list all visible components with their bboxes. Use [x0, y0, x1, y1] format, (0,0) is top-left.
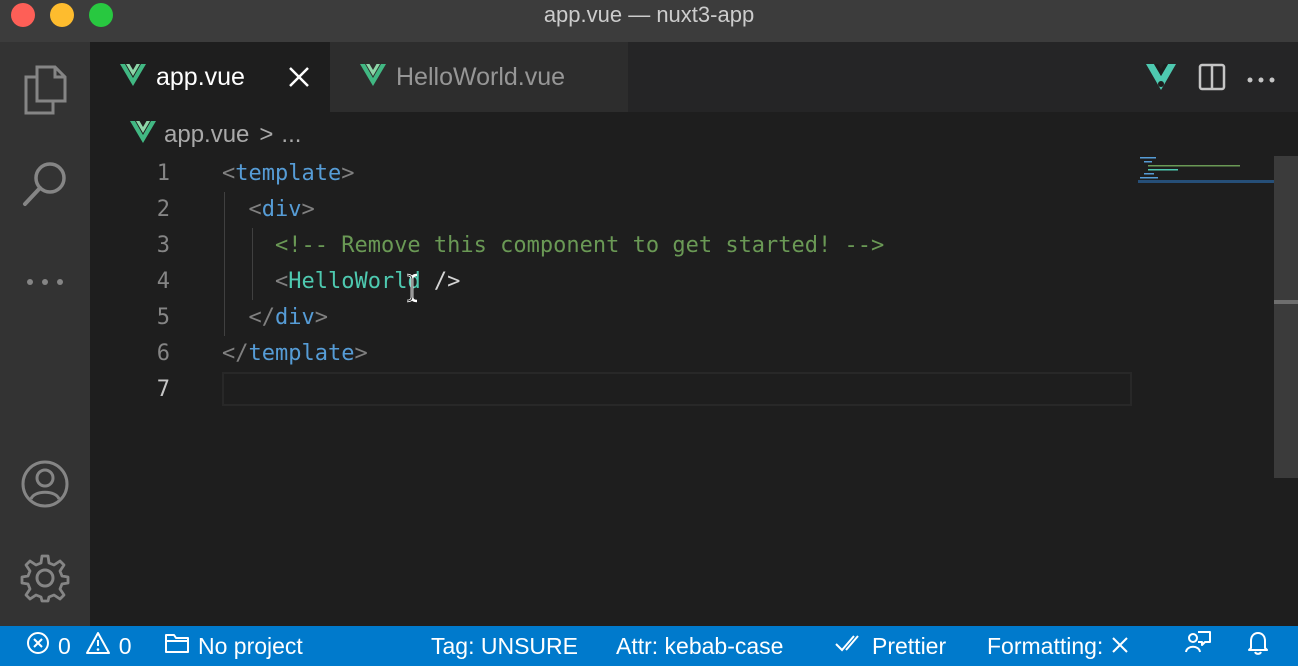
- problems-indicator[interactable]: 0 0: [26, 626, 132, 666]
- code-line: </template>: [222, 336, 1132, 372]
- vue-file-icon: [360, 63, 386, 91]
- editor-tab-bar: app.vue HelloWorld.vue: [90, 42, 1298, 112]
- token: />: [420, 269, 461, 294]
- double-check-icon: [834, 632, 864, 660]
- warning-count: 0: [118, 632, 132, 659]
- feedback-button[interactable]: [1184, 626, 1212, 666]
- error-icon: [26, 631, 50, 661]
- files-icon[interactable]: [0, 62, 90, 118]
- breadcrumb-file[interactable]: app.vue: [164, 121, 249, 149]
- breadcrumb-symbols[interactable]: ...: [281, 121, 301, 149]
- vertical-scrollbar[interactable]: [1274, 156, 1298, 478]
- formatting-status[interactable]: Formatting:: [987, 626, 1129, 666]
- text-cursor-icon: [405, 273, 419, 308]
- token: <: [248, 197, 262, 222]
- window-title: app.vue — nuxt3-app: [543, 2, 755, 27]
- vue-file-icon: [120, 63, 146, 91]
- formatting-label: Formatting:: [987, 632, 1104, 659]
- activity-bar: [0, 42, 90, 626]
- close-tab-icon[interactable]: [286, 64, 312, 90]
- more-icon[interactable]: [0, 254, 90, 310]
- line-number: 7: [156, 377, 170, 402]
- close-icon: [1111, 633, 1129, 660]
- settings-gear-icon[interactable]: [0, 550, 90, 606]
- token: template: [235, 161, 342, 186]
- code-lines: <template> <div> <!-- Remove this compon…: [222, 156, 1132, 408]
- project-label: No project: [198, 632, 303, 659]
- code-line: <div>: [222, 192, 1132, 228]
- bell-icon: [1246, 630, 1270, 662]
- line-number: 6: [156, 341, 170, 366]
- project-indicator[interactable]: No project: [164, 626, 303, 666]
- line-number: 4: [156, 269, 170, 294]
- title-bar: app.vue — nuxt3-app: [0, 0, 1298, 42]
- line-number-gutter: 1 2 3 4 5 6 7: [90, 156, 170, 408]
- token: >: [301, 197, 315, 222]
- breadcrumb-separator: >: [259, 121, 274, 148]
- more-actions-icon[interactable]: [1246, 71, 1276, 89]
- attr-casing-status[interactable]: Attr: kebab-case: [616, 626, 783, 666]
- error-count: 0: [58, 632, 71, 659]
- vue-preview-icon[interactable]: [1144, 60, 1178, 99]
- token: template: [248, 341, 355, 366]
- token: >: [314, 305, 328, 330]
- token: <: [274, 269, 289, 294]
- minimap[interactable]: [1138, 156, 1274, 186]
- warning-icon: [85, 631, 111, 661]
- scrollbar-cursor-marker: [1274, 300, 1298, 304]
- code-line: </div>: [222, 300, 1132, 336]
- code-editor[interactable]: 1 2 3 4 5 6 7 <template> <div> <!-- Remo…: [90, 156, 1133, 626]
- attr-casing-label: Attr: kebab-case: [616, 632, 784, 659]
- line-number: 2: [156, 197, 170, 222]
- status-bar: 0 0 No project Tag: UNSURE Attr: kebab-c…: [0, 626, 1298, 666]
- line-number: 5: [156, 305, 170, 330]
- split-editor-icon[interactable]: [1198, 63, 1226, 96]
- token: </: [248, 305, 276, 330]
- token: <!-- Remove this component to get starte…: [274, 233, 885, 258]
- tab-helloworld-vue[interactable]: HelloWorld.vue: [330, 42, 628, 112]
- vue-file-icon: [130, 120, 156, 150]
- line-number: 1: [156, 161, 170, 186]
- editor-actions: [1144, 60, 1276, 99]
- tag-casing-label: Tag: UNSURE: [431, 632, 578, 659]
- breadcrumb: app.vue > ...: [130, 118, 301, 152]
- notifications-button[interactable]: [1246, 626, 1270, 666]
- code-line: <!-- Remove this component to get starte…: [222, 228, 1132, 264]
- token: >: [341, 161, 355, 186]
- folder-icon: [164, 632, 190, 660]
- code-line: <template>: [222, 156, 1132, 192]
- token: <: [222, 161, 236, 186]
- search-icon[interactable]: [0, 156, 90, 212]
- line-number: 3: [156, 233, 170, 258]
- feedback-icon: [1184, 630, 1212, 662]
- tab-label: HelloWorld.vue: [396, 62, 566, 91]
- account-icon[interactable]: [0, 456, 90, 512]
- code-line: <HelloWorld />: [222, 264, 1132, 300]
- prettier-label: Prettier: [872, 632, 947, 659]
- tab-label: app.vue: [156, 62, 245, 91]
- token: >: [354, 341, 368, 366]
- token: div: [275, 305, 315, 330]
- token: </: [222, 341, 249, 366]
- tag-casing-status[interactable]: Tag: UNSURE: [431, 626, 578, 666]
- token: div: [261, 197, 302, 222]
- tab-app-vue[interactable]: app.vue: [90, 42, 330, 112]
- token: HelloWorld: [288, 269, 421, 294]
- prettier-status[interactable]: Prettier: [834, 626, 946, 666]
